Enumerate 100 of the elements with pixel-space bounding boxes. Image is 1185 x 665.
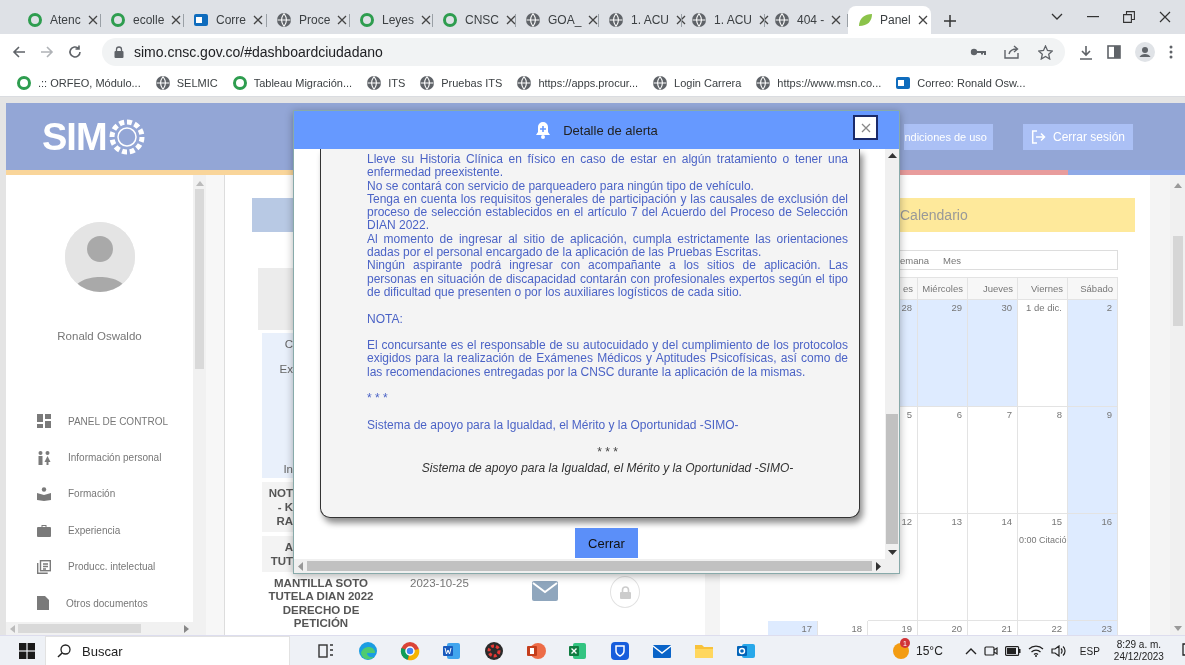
close-icon[interactable] <box>917 15 928 25</box>
mail-app-icon[interactable] <box>736 641 756 661</box>
sidebar-item[interactable]: Producc. intelectual <box>6 548 193 585</box>
bookmark[interactable]: Login Carrera <box>652 75 742 91</box>
chevron-down-icon[interactable] <box>1051 13 1063 21</box>
language-indicator[interactable]: ESP <box>1079 645 1100 657</box>
temperature[interactable]: 15°C <box>916 644 943 658</box>
browser-tab[interactable]: Proce <box>267 6 350 34</box>
close-dialog-button[interactable]: Cerrar <box>575 528 638 558</box>
bookmark[interactable]: Correo: Ronald Osw... <box>895 75 1026 91</box>
calendar-day[interactable]: 14 <box>968 514 1018 621</box>
browser-tab[interactable]: Corre <box>184 6 267 34</box>
calendar-day[interactable]: 23 <box>1068 621 1118 635</box>
plus-icon[interactable] <box>943 14 957 28</box>
up-arrow-icon[interactable] <box>887 153 897 158</box>
calendar-day[interactable]: 7 <box>968 407 1018 514</box>
camera-icon[interactable] <box>983 644 998 658</box>
scrollbar-thumb[interactable] <box>307 561 872 571</box>
address-bar[interactable]: simo.cnsc.gov.co/#dashboardciudadano <box>102 38 1065 66</box>
search-field[interactable]: Buscar <box>45 636 290 665</box>
share-icon[interactable] <box>1004 45 1020 59</box>
close-icon[interactable] <box>588 15 599 25</box>
browser-tab[interactable]: 404 - <box>765 6 848 34</box>
speaker-icon[interactable] <box>1050 645 1067 657</box>
sidebar-item[interactable]: PANEL DE CONTROL <box>6 403 193 440</box>
clock-date[interactable]: 24/12/2023 <box>1113 651 1164 663</box>
wifi-icon[interactable] <box>1027 645 1044 657</box>
shield-icon[interactable] <box>610 641 630 661</box>
star-icon[interactable] <box>1038 44 1053 60</box>
browser-tab[interactable]: Leyes <box>350 6 433 34</box>
sidebar-item[interactable]: Otros documentos <box>6 584 193 622</box>
key-icon[interactable] <box>970 47 986 57</box>
bookmark[interactable]: .:: ORFEO, Módulo... <box>16 75 141 91</box>
calendar-day[interactable]: 9 <box>1068 407 1118 514</box>
calendar-day[interactable]: 13 <box>918 514 968 621</box>
close-icon[interactable] <box>506 15 516 25</box>
calendar-day[interactable]: 29 <box>918 300 968 407</box>
scrollbar-thumb[interactable] <box>195 189 204 369</box>
swirl-logo-icon[interactable] <box>358 641 378 661</box>
close-icon[interactable] <box>421 15 432 25</box>
browser-tab[interactable]: ecolle <box>101 6 184 34</box>
document-app-icon[interactable] <box>442 641 462 661</box>
close-button[interactable] <box>853 115 878 140</box>
slides-app-icon[interactable] <box>526 641 546 661</box>
alert-text: Sistema de apoyo para la Igualdad, el Mérito y la Oportunidad -SIMO- <box>367 418 740 433</box>
close-icon[interactable] <box>87 15 98 25</box>
minimize-icon[interactable] <box>1087 16 1099 18</box>
browser-tab[interactable]: CNSC <box>433 6 516 34</box>
view-button[interactable]: emana <box>900 254 930 266</box>
browser-tab[interactable]: GOA_ <box>516 6 599 34</box>
browser-tab[interactable]: 1. ACU <box>682 6 765 34</box>
bookmark[interactable]: SELMIC <box>154 75 218 91</box>
reload-icon[interactable] <box>68 45 82 59</box>
side-panel-icon[interactable] <box>1107 45 1121 59</box>
back-icon[interactable] <box>12 45 26 59</box>
bookmark[interactable]: Tableau Migración... <box>231 75 353 91</box>
round-logo-icon[interactable] <box>400 641 420 661</box>
down-arrow-icon[interactable] <box>887 550 897 555</box>
envelope-icon[interactable] <box>532 581 558 601</box>
day-number: 21 <box>1001 623 1012 634</box>
calendar-day[interactable]: 2 <box>1068 300 1118 407</box>
sidebar-item[interactable]: Experiencia <box>6 512 193 549</box>
bookmark[interactable]: Pruebas ITS <box>419 75 503 91</box>
gear-logo-icon[interactable] <box>484 641 504 661</box>
close-icon[interactable] <box>759 15 769 25</box>
right-arrow-icon[interactable] <box>876 561 881 571</box>
chevron-up-icon[interactable] <box>964 647 977 655</box>
menu-icon[interactable] <box>1169 45 1173 59</box>
calendar-day[interactable]: 30 <box>968 300 1018 407</box>
calendar-day[interactable]: 17 <box>768 621 818 635</box>
lock-icon <box>114 46 124 58</box>
close-icon[interactable] <box>337 15 348 25</box>
browser-tab[interactable]: 1. ACU <box>599 6 682 34</box>
scrollbar-thumb[interactable] <box>886 414 898 544</box>
scrollbar-thumb[interactable] <box>1172 236 1183 326</box>
bookmark[interactable]: ITS <box>366 75 406 91</box>
restore-icon[interactable] <box>1123 11 1135 23</box>
browser-tab[interactable]: Panel <box>848 6 931 34</box>
start-icon[interactable] <box>19 643 35 659</box>
task-view-icon[interactable] <box>316 641 336 661</box>
close-icon[interactable] <box>1159 11 1171 23</box>
close-icon[interactable] <box>171 15 182 25</box>
sidebar-item[interactable]: Información personal <box>6 439 193 476</box>
profile-icon[interactable] <box>1135 42 1155 62</box>
close-icon[interactable] <box>676 15 686 25</box>
spreadsheet-app-icon[interactable] <box>568 641 588 661</box>
browser-tab[interactable]: Atenc <box>18 6 101 34</box>
clock-time[interactable]: 8:29 a. m. <box>1116 639 1162 651</box>
scrollbar-thumb[interactable] <box>18 624 141 633</box>
bookmark[interactable]: https://apps.procur... <box>516 75 639 91</box>
bookmark[interactable]: https://www.msn.co... <box>755 75 882 91</box>
calendar-event[interactable]: 0:00 Citació <box>1019 535 1067 545</box>
calendar-day[interactable]: 16 <box>1068 514 1118 621</box>
battery-icon[interactable] <box>1004 646 1021 656</box>
close-icon[interactable] <box>831 15 842 25</box>
calendar-day[interactable]: 6 <box>918 407 968 514</box>
sidebar-item[interactable]: Formación <box>6 475 193 513</box>
view-button[interactable]: Mes <box>943 254 961 266</box>
close-icon[interactable] <box>253 15 263 25</box>
download-icon[interactable] <box>1079 44 1093 60</box>
